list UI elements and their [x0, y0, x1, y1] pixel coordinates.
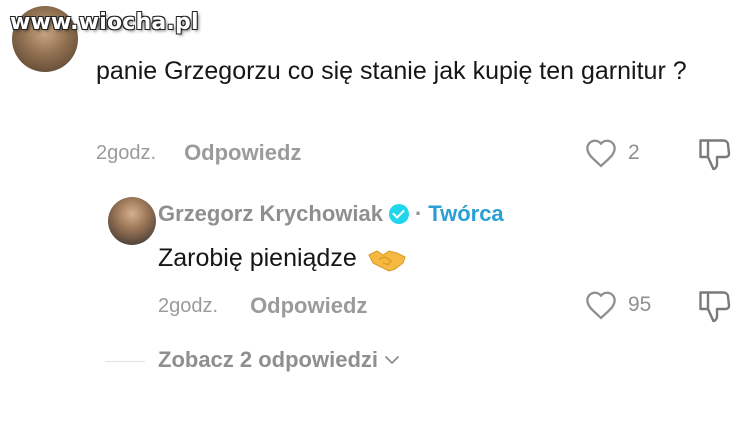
view-replies-divider: [105, 361, 145, 362]
comment-like-count: 2: [628, 141, 640, 164]
heart-outline-icon: [586, 139, 616, 168]
comment-meta-row: 2godz. Odpowiedz: [96, 140, 301, 166]
reply-author-avatar[interactable]: [108, 197, 156, 245]
reply-author-name[interactable]: Grzegorz Krychowiak: [158, 201, 383, 227]
watermark: www.wiocha.pl: [10, 10, 199, 35]
reply-separator: ·: [414, 201, 423, 226]
reply-dislike-button[interactable]: [694, 288, 734, 324]
verified-badge-icon: [388, 204, 409, 224]
reply-header: Grzegorz Krychowiak · Twórca: [158, 201, 504, 227]
reply-reply-button[interactable]: Odpowiedz: [250, 293, 367, 319]
reply-like-count: 95: [628, 293, 652, 316]
reply-time: 2godz.: [158, 294, 219, 317]
chevron-down-icon: [385, 356, 399, 364]
comment-reply-button[interactable]: Odpowiedz: [184, 140, 301, 166]
reply-like-button[interactable]: 95: [584, 290, 651, 320]
handshake-emoji-icon: [368, 249, 406, 272]
comment-text: panie Grzegorzu co się stanie jak kupię …: [96, 57, 687, 85]
heart-outline-icon: [586, 291, 616, 320]
creator-label: Twórca: [428, 201, 504, 226]
view-replies-button[interactable]: Zobacz 2 odpowiedzi: [158, 347, 400, 373]
view-replies-label: Zobacz 2 odpowiedzi: [158, 347, 379, 372]
comment-time: 2godz.: [96, 141, 157, 164]
reply-meta-row: 2godz. Odpowiedz: [158, 293, 367, 319]
reply-text: Zarobię pieniądze: [158, 244, 357, 272]
reply-text-row: Zarobię pieniądze: [158, 244, 407, 273]
comment-like-button[interactable]: 2: [584, 138, 640, 168]
comment-dislike-button[interactable]: [694, 136, 734, 172]
